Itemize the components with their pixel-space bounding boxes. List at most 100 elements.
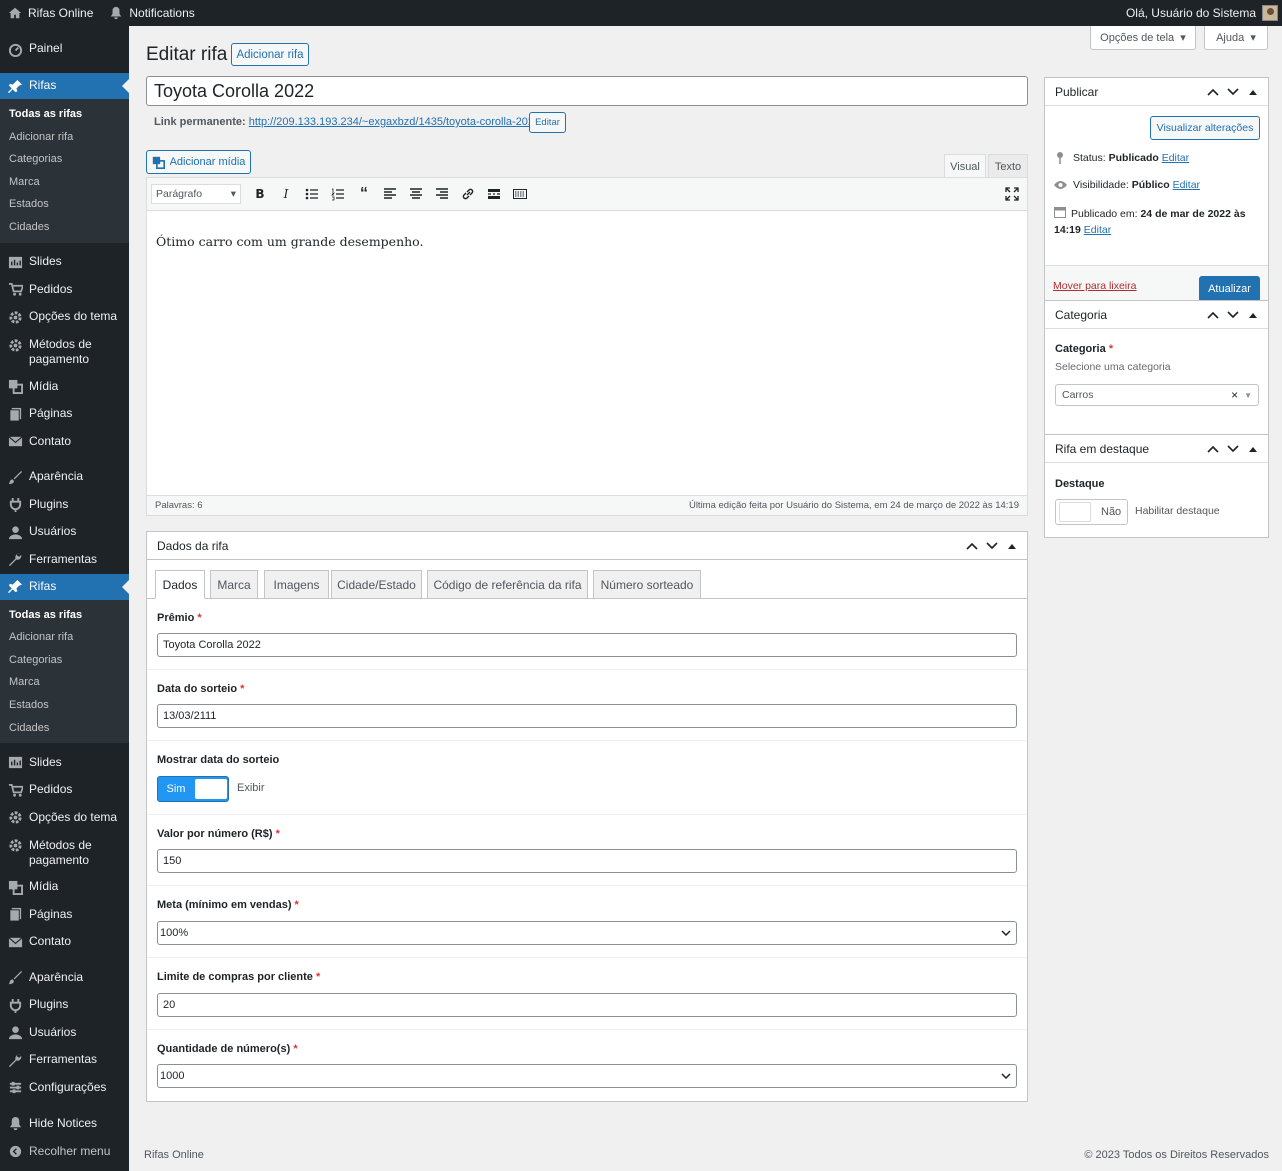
visibility-edit-link[interactable]: Editar [1173, 179, 1200, 191]
toggle-panel-icon[interactable] [1005, 539, 1019, 553]
sidebar-item-opções-do-tema[interactable]: Opções do tema [0, 804, 129, 832]
submenu-item[interactable]: Todas as rifas [0, 604, 129, 627]
toggle-panel-icon[interactable] [1246, 308, 1260, 322]
limite-input[interactable]: 20 [157, 993, 1017, 1017]
account-menu[interactable]: Olá, Usuário do Sistema [1126, 5, 1282, 21]
clear-icon[interactable]: × [1231, 388, 1238, 402]
fullscreen-icon[interactable] [1005, 187, 1019, 201]
mostrar-data-toggle[interactable]: Sim [157, 776, 229, 802]
sidebar-item-ferramentas[interactable]: Ferramentas [0, 546, 129, 574]
sidebar-item-slides[interactable]: Slides [0, 749, 129, 777]
submenu-item[interactable]: Estados [0, 694, 129, 717]
help-button[interactable]: Ajuda ▾ [1204, 26, 1268, 50]
screen-options-button[interactable]: Opções de tela ▾ [1090, 26, 1196, 50]
bullet-list-icon[interactable] [305, 187, 319, 201]
quantidade-select[interactable]: 1000 [157, 1064, 1017, 1088]
submenu-item[interactable]: Cidades [0, 717, 129, 740]
destaque-toggle[interactable]: Não [1055, 499, 1128, 525]
sidebar-item-contato[interactable]: Contato [0, 929, 129, 957]
chevron-up-icon[interactable] [1206, 85, 1220, 99]
sidebar-item-páginas[interactable]: Páginas [0, 401, 129, 429]
sidebar-item-plugins[interactable]: Plugins [0, 992, 129, 1020]
submenu-item[interactable]: Cidades [0, 216, 129, 239]
sidebar-item-aparência[interactable]: Aparência [0, 964, 129, 992]
tab-codigo-referencia[interactable]: Código de referência da rifa [427, 570, 588, 599]
submenu-item[interactable]: Adicionar rifa [0, 626, 129, 649]
submenu-item[interactable]: Todas as rifas [0, 103, 129, 126]
sidebar-item-usuários[interactable]: Usuários [0, 519, 129, 547]
sidebar-item-hide-notices[interactable]: Hide Notices [0, 1110, 129, 1138]
sidebar-item-usuários[interactable]: Usuários [0, 1019, 129, 1047]
edit-permalink-button[interactable]: Editar [529, 112, 566, 133]
sidebar-item-métodos-de-pagamento[interactable]: Métodos de pagamento [0, 331, 129, 373]
link-icon[interactable] [461, 187, 475, 201]
submenu-item[interactable]: Marca [0, 671, 129, 694]
chevron-down-icon[interactable] [1226, 308, 1240, 322]
submenu-item[interactable]: Marca [0, 171, 129, 194]
meta-select[interactable]: 100% [157, 921, 1017, 945]
align-center-icon[interactable] [409, 187, 423, 201]
tab-imagens[interactable]: Imagens [264, 570, 329, 599]
data-sorteio-input[interactable]: 13/03/2111 [157, 704, 1017, 728]
toggle-panel-icon[interactable] [1246, 85, 1260, 99]
tab-cidade-estado[interactable]: Cidade/Estado [331, 570, 422, 599]
chevron-down-icon[interactable] [985, 539, 999, 553]
quote-icon[interactable]: “ [357, 185, 371, 202]
sidebar-item-pedidos[interactable]: Pedidos [0, 777, 129, 805]
submenu-item[interactable]: Categorias [0, 148, 129, 171]
tab-text[interactable]: Texto [988, 154, 1028, 178]
update-button[interactable]: Atualizar [1199, 276, 1260, 302]
sidebar-item-recolher-menu[interactable]: Recolher menu [0, 1138, 129, 1166]
format-select[interactable]: Parágrafo ▾ [151, 184, 241, 204]
status-edit-link[interactable]: Editar [1162, 152, 1189, 164]
toggle-panel-icon[interactable] [1246, 442, 1260, 456]
tab-dados[interactable]: Dados [155, 570, 205, 599]
sidebar-item-aparência[interactable]: Aparência [0, 464, 129, 492]
chevron-up-icon[interactable] [965, 539, 979, 553]
sidebar-item-mídia[interactable]: Mídia [0, 874, 129, 902]
numbered-list-icon[interactable] [331, 187, 345, 201]
toolbar-toggle-icon[interactable] [513, 187, 527, 201]
italic-icon[interactable]: I [279, 187, 293, 201]
sidebar-item-configurações[interactable]: Configurações [0, 1074, 129, 1102]
premio-input[interactable]: Toyota Corolla 2022 [157, 633, 1017, 657]
sidebar-item-opções-do-tema[interactable]: Opções do tema [0, 304, 129, 332]
move-to-trash-link[interactable]: Mover para lixeira [1053, 280, 1136, 292]
chevron-down-icon[interactable] [1226, 442, 1240, 456]
sidebar-item-rifas[interactable]: Rifas [0, 573, 129, 600]
add-new-button[interactable]: Adicionar rifa [231, 43, 309, 66]
chevron-up-icon[interactable] [1206, 442, 1220, 456]
sidebar-item-métodos-de-pagamento[interactable]: Métodos de pagamento [0, 832, 129, 874]
sidebar-item-plugins[interactable]: Plugins [0, 491, 129, 519]
align-left-icon[interactable] [383, 187, 397, 201]
published-edit-link[interactable]: Editar [1084, 224, 1111, 236]
sidebar-item-contato[interactable]: Contato [0, 428, 129, 456]
tab-numero-sorteado[interactable]: Número sorteado [593, 570, 701, 599]
site-name-link[interactable]: Rifas Online [0, 0, 101, 26]
tab-visual[interactable]: Visual [944, 154, 986, 178]
sidebar-item-páginas[interactable]: Páginas [0, 901, 129, 929]
align-right-icon[interactable] [435, 187, 449, 201]
submenu-item[interactable]: Adicionar rifa [0, 126, 129, 149]
read-more-icon[interactable] [487, 187, 501, 201]
sidebar-item-mídia[interactable]: Mídia [0, 373, 129, 401]
sidebar-item-rifas[interactable]: Rifas [0, 73, 129, 99]
submenu-item[interactable]: Categorias [0, 649, 129, 672]
categoria-select[interactable]: Carros × ▼ [1055, 384, 1259, 406]
sidebar-item-pedidos[interactable]: Pedidos [0, 276, 129, 304]
chevron-down-icon[interactable] [1226, 85, 1240, 99]
chevron-up-icon[interactable] [1206, 308, 1220, 322]
preview-changes-button[interactable]: Visualizar alterações [1150, 116, 1260, 140]
notifications-link[interactable]: Notifications [101, 0, 202, 26]
permalink-url[interactable]: http://209.133.193.234/~exgaxbzd/1435/to… [249, 116, 543, 128]
tab-marca[interactable]: Marca [210, 570, 258, 599]
sidebar-item-slides[interactable]: Slides [0, 249, 129, 277]
editor-content[interactable]: Ótimo carro com um grande desempenho. [147, 211, 1027, 272]
valor-input[interactable]: 150 [157, 849, 1017, 873]
add-media-button[interactable]: Adicionar mídia [146, 150, 251, 174]
post-title-input[interactable]: Toyota Corolla 2022 [146, 76, 1028, 106]
bold-icon[interactable]: B [253, 187, 267, 201]
sidebar-item-ferramentas[interactable]: Ferramentas [0, 1047, 129, 1075]
submenu-item[interactable]: Estados [0, 193, 129, 216]
sidebar-item-painel[interactable]: Painel [0, 35, 129, 63]
